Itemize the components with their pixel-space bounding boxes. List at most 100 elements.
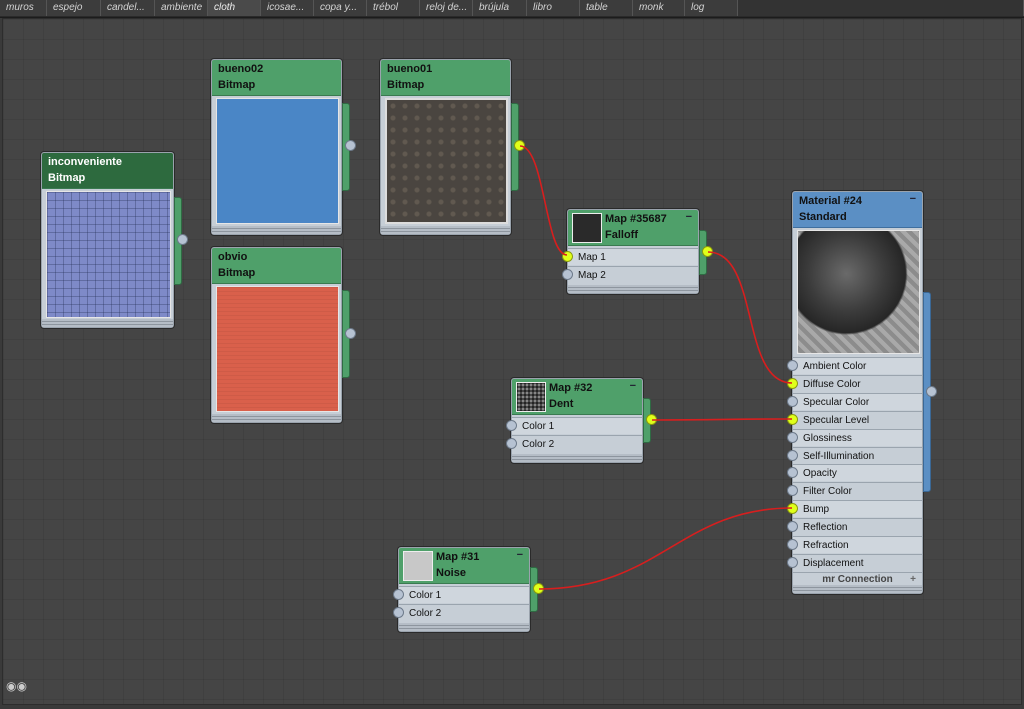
minimize-icon[interactable]: − bbox=[517, 549, 523, 561]
slot-color-2[interactable]: Color 2 bbox=[393, 604, 529, 621]
tab-log[interactable]: log bbox=[685, 0, 738, 16]
node-header[interactable]: inconveniente Bitmap bbox=[42, 153, 173, 189]
input-socket[interactable] bbox=[787, 467, 798, 479]
slot-color-2[interactable]: Color 2 bbox=[506, 435, 642, 452]
output-socket[interactable] bbox=[533, 583, 544, 594]
input-socket[interactable] bbox=[787, 539, 798, 550]
slot-color-1[interactable]: Color 1 bbox=[506, 417, 642, 434]
node-dent[interactable]: Map #32 Dent − Color 1 Color 2 bbox=[506, 378, 643, 463]
slot-label: Color 1 bbox=[522, 421, 555, 432]
slot-bump[interactable]: Bump bbox=[787, 500, 922, 518]
slot-self-illumination[interactable]: Self-Illumination bbox=[787, 446, 922, 464]
node-footer bbox=[568, 285, 698, 293]
node-bueno01[interactable]: bueno01 Bitmap bbox=[380, 59, 511, 235]
bitmap-preview bbox=[385, 98, 508, 224]
tab-candel[interactable]: candel... bbox=[101, 0, 155, 16]
tab-muros[interactable]: muros bbox=[0, 0, 47, 16]
node-footer bbox=[212, 226, 341, 234]
input-socket[interactable] bbox=[787, 395, 798, 407]
slot-label: Opacity bbox=[803, 468, 837, 480]
node-footer bbox=[212, 414, 341, 422]
slot-map-2[interactable]: Map 2 bbox=[562, 266, 698, 283]
node-obvio[interactable]: obvio Bitmap bbox=[211, 247, 342, 423]
node-footer bbox=[381, 226, 510, 234]
input-socket[interactable] bbox=[787, 431, 798, 443]
slot-color-1[interactable]: Color 1 bbox=[393, 586, 529, 603]
input-socket[interactable] bbox=[393, 589, 404, 600]
output-socket[interactable] bbox=[345, 328, 356, 339]
slot-map-1[interactable]: Map 1 bbox=[562, 248, 698, 265]
input-socket[interactable] bbox=[787, 360, 798, 371]
tab-table[interactable]: table bbox=[580, 0, 633, 16]
slot-specular-color[interactable]: Specular Color bbox=[787, 392, 922, 410]
tab-trebol[interactable]: trébol bbox=[367, 0, 420, 16]
slot-label: Reflection bbox=[803, 522, 848, 534]
node-inconveniente[interactable]: inconveniente Bitmap bbox=[41, 152, 174, 328]
input-socket[interactable] bbox=[787, 377, 798, 389]
slot-label: Displacement bbox=[803, 557, 864, 569]
input-socket[interactable] bbox=[787, 413, 798, 425]
tab-icosae[interactable]: icosae... bbox=[261, 0, 314, 16]
rollout-label: mr Connection bbox=[822, 574, 893, 585]
node-header[interactable]: bueno01 Bitmap bbox=[381, 60, 510, 96]
slot-label: Bump bbox=[803, 504, 830, 516]
slot-specular-level[interactable]: Specular Level bbox=[787, 410, 922, 428]
node-bueno02[interactable]: bueno02 Bitmap bbox=[211, 59, 342, 235]
minimize-icon[interactable]: − bbox=[686, 211, 692, 223]
node-header[interactable]: bueno02 Bitmap bbox=[212, 60, 341, 96]
tab-bar-filler bbox=[738, 0, 1024, 16]
input-socket[interactable] bbox=[506, 438, 517, 449]
input-socket[interactable] bbox=[562, 251, 573, 262]
tab-reloj[interactable]: reloj de... bbox=[420, 0, 473, 16]
node-footer bbox=[793, 585, 922, 593]
tab-monk[interactable]: monk bbox=[633, 0, 685, 16]
minimize-icon[interactable]: − bbox=[630, 380, 636, 392]
mr-connection-rollout[interactable]: mr Connection + bbox=[793, 572, 922, 586]
map-thumbnail bbox=[403, 551, 433, 581]
slot-label: Filter Color bbox=[803, 486, 852, 498]
slot-label: Specular Level bbox=[803, 414, 870, 426]
tab-brujula[interactable]: brújula bbox=[473, 0, 527, 16]
minimize-icon[interactable]: − bbox=[910, 193, 916, 205]
binoculars-icon[interactable]: ◉◉ bbox=[6, 679, 27, 693]
tab-ambiente[interactable]: ambiente bbox=[155, 0, 208, 16]
output-socket[interactable] bbox=[646, 414, 657, 425]
tab-copa[interactable]: copa y... bbox=[314, 0, 367, 16]
slot-filter-color[interactable]: Filter Color bbox=[787, 482, 922, 499]
slot-opacity[interactable]: Opacity bbox=[787, 464, 922, 482]
input-socket[interactable] bbox=[787, 521, 798, 533]
output-socket[interactable] bbox=[702, 246, 713, 257]
tab-espejo[interactable]: espejo bbox=[47, 0, 101, 16]
slot-diffuse-color[interactable]: Diffuse Color bbox=[787, 374, 922, 392]
slot-displacement[interactable]: Displacement bbox=[787, 553, 922, 571]
slot-reflection[interactable]: Reflection bbox=[787, 518, 922, 535]
node-footer bbox=[42, 319, 173, 327]
input-socket[interactable] bbox=[787, 556, 798, 568]
tab-libro[interactable]: libro bbox=[527, 0, 580, 16]
node-material-24[interactable]: Material #24 Standard − Ambient Color Diff… bbox=[787, 191, 923, 594]
material-preview bbox=[797, 230, 920, 354]
node-noise[interactable]: Map #31 Noise − Color 1 Color 2 bbox=[393, 547, 530, 632]
input-socket[interactable] bbox=[787, 449, 798, 461]
input-socket[interactable] bbox=[393, 607, 404, 618]
output-socket[interactable] bbox=[345, 140, 356, 151]
input-socket[interactable] bbox=[562, 269, 573, 280]
output-socket[interactable] bbox=[926, 386, 937, 397]
slot-label: Self-Illumination bbox=[803, 450, 875, 462]
tab-cloth[interactable]: cloth bbox=[208, 0, 261, 16]
node-header[interactable]: Material #24 Standard bbox=[793, 192, 922, 228]
slot-glossiness[interactable]: Glossiness bbox=[787, 428, 922, 446]
slot-ambient-color[interactable]: Ambient Color bbox=[787, 357, 922, 374]
map-thumbnail bbox=[516, 382, 546, 412]
node-header[interactable]: obvio Bitmap bbox=[212, 248, 341, 284]
view-tabs: muros espejo candel... ambiente cloth ic… bbox=[0, 0, 1024, 18]
slot-label: Color 2 bbox=[522, 439, 555, 450]
input-socket[interactable] bbox=[787, 503, 798, 515]
slot-refraction[interactable]: Refraction bbox=[787, 536, 922, 553]
node-falloff[interactable]: Map #35687 Falloff − Map 1 Map 2 bbox=[562, 209, 699, 294]
output-socket[interactable] bbox=[177, 234, 188, 245]
slot-label: Map 2 bbox=[578, 270, 606, 281]
input-socket[interactable] bbox=[787, 485, 798, 497]
input-socket[interactable] bbox=[506, 420, 517, 431]
output-socket[interactable] bbox=[514, 140, 525, 151]
